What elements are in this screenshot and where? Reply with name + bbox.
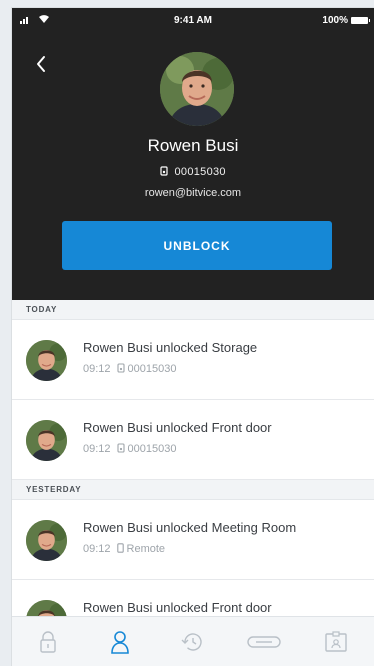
user-email: rowen@bitvice.com bbox=[144, 187, 242, 199]
chevron-left-icon[interactable] bbox=[30, 52, 54, 76]
event-time: 09:12 bbox=[83, 543, 111, 555]
lock-icon bbox=[40, 630, 56, 653]
tab-users[interactable] bbox=[84, 617, 156, 666]
user-name: Rowen Busi bbox=[147, 136, 239, 155]
event-meta: 09:12 Remote bbox=[83, 543, 165, 555]
badge-id-line: 00015030 bbox=[12, 166, 374, 178]
status-time: 9:41 AM bbox=[174, 15, 212, 26]
user-icon bbox=[111, 630, 129, 654]
status-bar: 9:41 AM 100% bbox=[12, 8, 374, 32]
section-header-today: TODAY bbox=[12, 300, 374, 320]
avatar bbox=[26, 520, 67, 561]
app-screen: 9:41 AM 100% Rowen Busi 00015030 rowen@b… bbox=[12, 8, 374, 666]
avatar bbox=[26, 340, 67, 381]
battery-icon bbox=[351, 17, 370, 24]
badge-icon bbox=[160, 166, 168, 176]
badge-id: 00015030 bbox=[174, 166, 226, 178]
key-card-icon bbox=[247, 635, 281, 648]
tab-profile[interactable] bbox=[300, 617, 372, 666]
list-item[interactable]: Rowen Busi unlocked Front door 09:12 0001… bbox=[12, 400, 374, 480]
event-title: Rowen Busi unlocked Front door bbox=[83, 600, 272, 615]
id-card-icon bbox=[325, 630, 347, 652]
badge-icon bbox=[116, 363, 125, 373]
event-method: Remote bbox=[126, 543, 166, 555]
tab-keys[interactable] bbox=[228, 617, 300, 666]
event-time: 09:12 bbox=[83, 363, 111, 375]
avatar bbox=[26, 420, 67, 461]
event-title: Rowen Busi unlocked Meeting Room bbox=[83, 520, 297, 535]
tab-history[interactable] bbox=[156, 617, 228, 666]
event-time: 09:12 bbox=[83, 443, 111, 455]
list-item[interactable]: Rowen Busi unlocked Meeting Room 09:12 Re… bbox=[12, 500, 374, 580]
avatar bbox=[160, 52, 234, 126]
event-title: Rowen Busi unlocked Front door bbox=[83, 420, 272, 435]
unblock-button[interactable]: UNBLOCK bbox=[62, 221, 332, 270]
history-icon bbox=[181, 632, 202, 651]
event-method: 00015030 bbox=[127, 363, 177, 375]
user-header: 9:41 AM 100% Rowen Busi 00015030 rowen@b… bbox=[12, 8, 374, 300]
section-header-yesterday: YESTERDAY bbox=[12, 480, 374, 500]
tab-locks[interactable] bbox=[12, 617, 84, 666]
tab-bar bbox=[12, 616, 374, 666]
badge-icon bbox=[116, 443, 125, 453]
activity-feed: TODAY Rowen Busi unlocked Storage 09:12 0… bbox=[12, 300, 374, 660]
event-method: 00015030 bbox=[127, 443, 177, 455]
battery-percentage: 100% bbox=[322, 15, 348, 26]
list-item[interactable]: Rowen Busi unlocked Storage 09:12 0001503… bbox=[12, 320, 374, 400]
event-title: Rowen Busi unlocked Storage bbox=[83, 340, 258, 355]
phone-icon bbox=[116, 543, 124, 553]
event-meta: 09:12 00015030 bbox=[83, 363, 176, 375]
event-meta: 09:12 00015030 bbox=[83, 443, 176, 455]
